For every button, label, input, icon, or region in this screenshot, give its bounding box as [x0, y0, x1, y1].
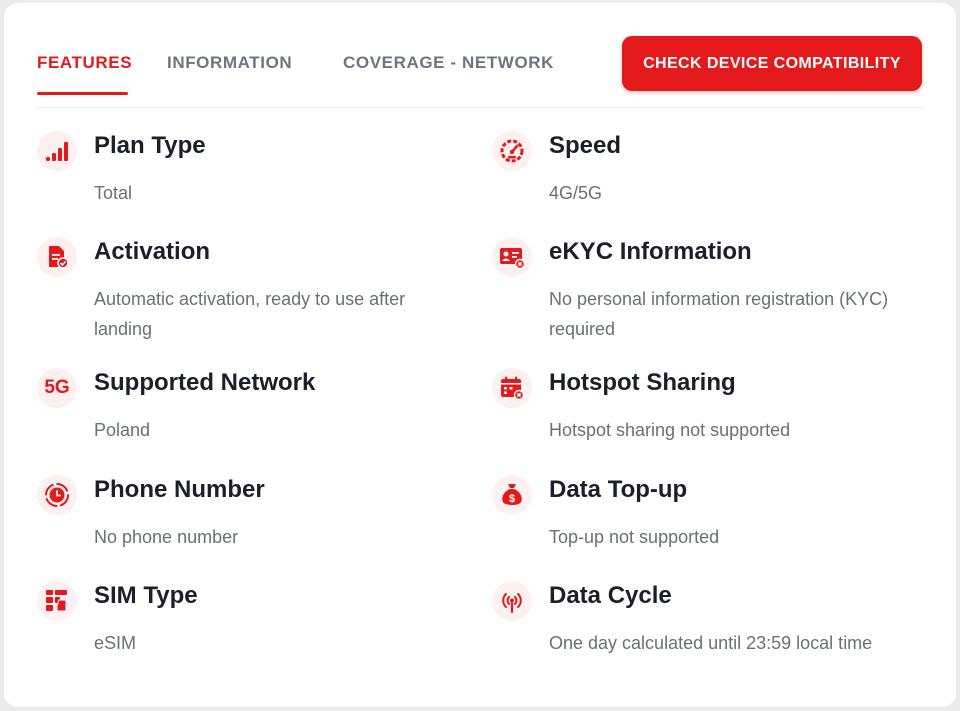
tab-information[interactable]: INFORMATION — [167, 53, 292, 73]
money-bag-icon: $ — [492, 475, 532, 515]
check-device-compatibility-button[interactable]: CHECK DEVICE COMPATIBILITY — [622, 36, 922, 91]
tab-features[interactable]: FEATURES — [37, 53, 132, 73]
antenna-icon — [492, 581, 532, 621]
sim-card-icon — [37, 581, 77, 621]
feature-value: 4G/5G — [549, 183, 603, 203]
clock-icon — [37, 475, 77, 515]
hotspot-calendar-icon — [492, 368, 532, 408]
tab-bar: FEATURES INFORMATION COVERAGE - NETWORK … — [36, 35, 924, 108]
feature-title: Plan Type — [94, 132, 206, 159]
feature-value: eSIM — [94, 633, 137, 653]
active-tab-indicator — [37, 92, 128, 95]
feature-value: Hotspot sharing not supported — [549, 420, 791, 440]
feature-value: Poland — [94, 420, 151, 440]
feature-value: Automatic activation, ready to use after… — [94, 289, 406, 339]
feature-title: Supported Network — [94, 369, 316, 396]
feature-title: Hotspot Sharing — [549, 369, 736, 396]
feature-title: eKYC Information — [549, 238, 752, 265]
feature-title: SIM Type — [94, 582, 198, 609]
svg-text:$: $ — [509, 493, 515, 505]
document-check-icon — [37, 237, 77, 277]
speedometer-icon — [492, 131, 532, 171]
signal-bars-icon — [37, 131, 77, 171]
feature-value: No phone number — [94, 527, 239, 547]
feature-title: Speed — [549, 132, 622, 159]
tab-coverage-network[interactable]: COVERAGE - NETWORK — [343, 53, 554, 73]
features-card: FEATURES INFORMATION COVERAGE - NETWORK … — [4, 3, 956, 707]
feature-value: Total — [94, 183, 133, 203]
feature-value: One day calculated until 23:59 local tim… — [549, 633, 873, 653]
feature-title: Data Top-up — [549, 476, 688, 503]
id-card-icon — [492, 237, 532, 277]
feature-value: No personal information registration (KY… — [549, 289, 889, 339]
feature-value: Top-up not supported — [549, 527, 720, 547]
feature-title: Activation — [94, 238, 211, 265]
feature-title: Data Cycle — [549, 582, 672, 609]
5g-icon: 5G — [37, 368, 77, 408]
feature-title: Phone Number — [94, 476, 265, 503]
